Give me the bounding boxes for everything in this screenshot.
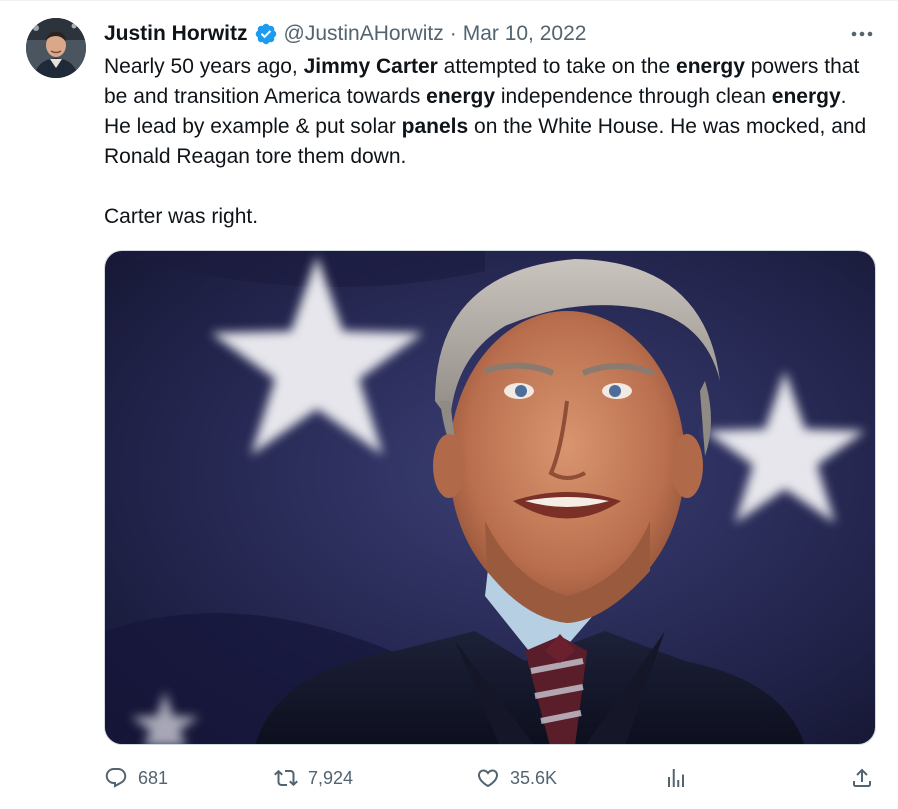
highlight-panels: panels (401, 115, 469, 138)
highlight-energy: energy (426, 85, 496, 108)
verified-badge-icon (255, 23, 276, 45)
retweet-icon (274, 769, 298, 787)
highlight-energy: energy (771, 85, 841, 108)
text-segment: Nearly 50 years ago, (104, 55, 304, 78)
highlight-energy: energy (676, 55, 745, 78)
more-options-button[interactable] (848, 22, 876, 46)
author-handle[interactable]: @JustinAHorwitz (284, 22, 444, 46)
retweet-count: 7,924 (308, 767, 354, 788)
text-segment: independence through clean (495, 85, 772, 108)
author-name[interactable]: Justin Horwitz (104, 22, 248, 46)
retweet-button[interactable]: 7,924 (274, 760, 353, 796)
separator-dot: · (449, 22, 457, 45)
tweet-paragraph-2: Carter was right. (104, 205, 259, 228)
portrait-photo (105, 251, 875, 744)
tweet-text: Nearly 50 years ago, Jimmy Carter attemp… (104, 52, 874, 232)
share-icon (853, 768, 871, 787)
like-button[interactable]: 35.6K (476, 760, 557, 796)
reply-icon (105, 768, 127, 788)
views-icon (668, 769, 684, 787)
avatar[interactable] (26, 18, 86, 78)
tweet-paragraph-1: Nearly 50 years ago, Jimmy Carter attemp… (104, 52, 874, 172)
tweet-actions: 681 7,924 35.6K (104, 760, 876, 796)
more-options-icon (851, 31, 873, 37)
tweet-date[interactable]: Mar 10, 2022 (463, 22, 587, 46)
share-button[interactable] (850, 760, 874, 796)
reply-button[interactable]: 681 (104, 760, 168, 796)
reply-count: 681 (138, 767, 169, 788)
tweet-photo[interactable] (104, 250, 876, 745)
avatar-image (26, 18, 86, 78)
views-button[interactable] (664, 760, 688, 796)
heart-icon (477, 769, 499, 788)
like-count: 35.6K (510, 767, 558, 788)
tweet-header: Justin Horwitz @JustinAHorwitz · Mar 10,… (104, 20, 586, 48)
tweet-card[interactable]: Justin Horwitz @JustinAHorwitz · Mar 10,… (0, 0, 898, 809)
text-segment: attempted to take on the (437, 55, 677, 78)
divider (0, 0, 898, 1)
highlight-jimmy-carter: Jimmy Carter (303, 55, 438, 78)
